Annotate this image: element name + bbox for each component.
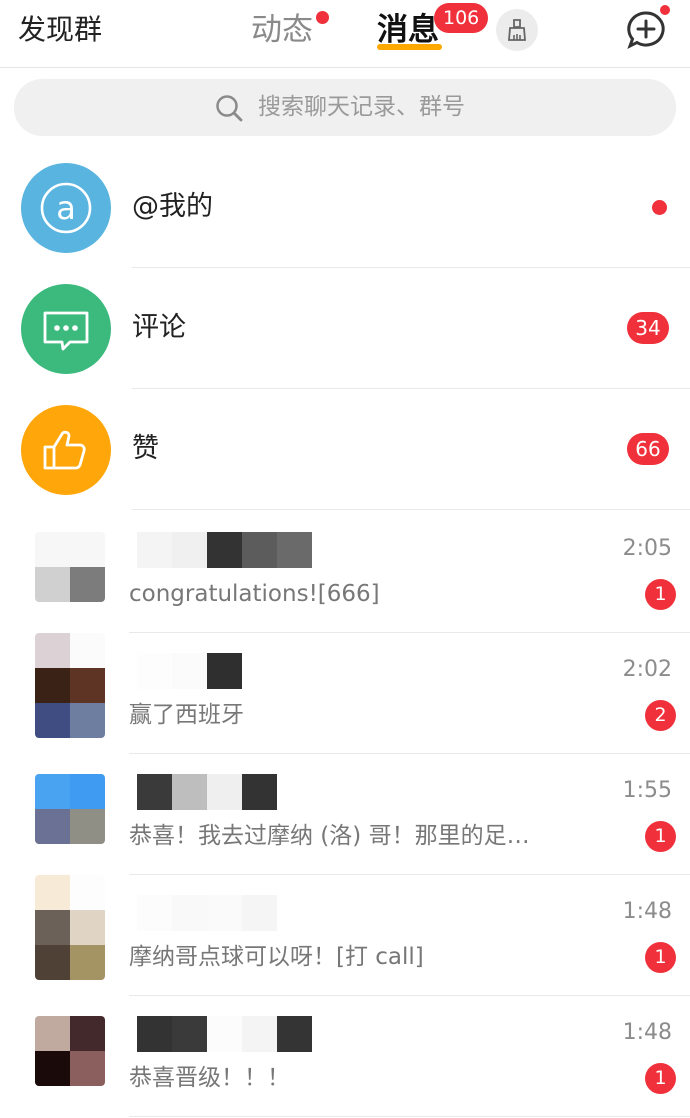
likes-title: 赞 [132, 433, 159, 464]
comments-row[interactable]: 评论 34 [0, 268, 690, 389]
comments-count-badge: 34 [627, 312, 669, 344]
chat-row[interactable]: 1:48 摩纳哥点球可以呀！[打 call] 1 [0, 875, 690, 996]
chat-time: 1:55 [622, 778, 672, 803]
clear-unread-button[interactable] [496, 9, 538, 51]
unread-count-badge: 1 [645, 1063, 676, 1094]
search-icon [216, 95, 243, 122]
divider [132, 509, 690, 510]
chat-row[interactable]: 1:48 恭喜晋级！！！ 1 [0, 996, 690, 1117]
avatar [35, 875, 105, 980]
chat-time: 2:05 [622, 536, 672, 561]
chat-name-redacted [137, 895, 277, 931]
chat-row[interactable]: 2:02 赢了西班牙 2 [0, 633, 690, 754]
chat-name-redacted [137, 1016, 312, 1052]
chat-row[interactable]: 2:05 congratulations![666] 1 [0, 512, 690, 633]
avatar [35, 774, 105, 844]
discover-groups-button[interactable]: 发现群 [18, 12, 102, 48]
mentions-title: @我的 [132, 191, 213, 222]
svg-text:a: a [56, 189, 76, 227]
active-tab-underline [377, 44, 442, 50]
chat-time: 1:48 [622, 1020, 672, 1045]
chat-preview: 摩纳哥点球可以呀！[打 call] [129, 944, 424, 970]
avatar [35, 532, 105, 602]
comments-title: 评论 [132, 312, 186, 343]
unread-count-badge: 1 [645, 942, 676, 973]
unread-count-badge: 1 [645, 821, 676, 852]
search-bar[interactable]: 搜索聊天记录、群号 [14, 79, 676, 136]
comments-avatar [21, 284, 111, 374]
at-icon: a [40, 182, 92, 234]
unread-count-badge: 1 [645, 579, 676, 610]
chat-name-redacted [137, 774, 277, 810]
chat-preview: 恭喜晋级！！！ [129, 1065, 290, 1091]
chat-preview: congratulations![666] [129, 581, 380, 607]
avatar [35, 633, 105, 738]
comment-icon [43, 311, 89, 351]
broom-icon [508, 19, 526, 41]
chat-name-redacted [137, 532, 312, 568]
tab-dynamic[interactable]: 动态 [251, 10, 313, 50]
search-placeholder: 搜索聊天记录、群号 [258, 94, 465, 120]
unread-count-badge: 2 [645, 700, 676, 731]
chat-time: 1:48 [622, 899, 672, 924]
mentions-row[interactable]: a @我的 [0, 147, 690, 268]
likes-avatar [21, 405, 111, 495]
top-bar: 发现群 动态 消息 106 [0, 0, 690, 68]
add-unread-dot [658, 3, 672, 17]
dynamic-unread-dot [316, 11, 329, 24]
chat-preview: 赢了西班牙 [129, 702, 244, 728]
likes-count-badge: 66 [627, 433, 669, 465]
mentions-unread-dot [652, 200, 667, 215]
chat-row[interactable]: 1:55 恭喜！我去过摩纳 (洛) 哥！那里的足… 1 [0, 754, 690, 875]
divider [129, 1116, 690, 1117]
chat-time: 2:02 [622, 657, 672, 682]
chat-preview: 恭喜！我去过摩纳 (洛) 哥！那里的足… [129, 823, 530, 849]
chat-name-redacted [137, 653, 242, 689]
thumbs-up-icon [43, 430, 86, 470]
likes-row[interactable]: 赞 66 [0, 389, 690, 510]
mentions-avatar: a [21, 163, 111, 253]
messages-unread-badge: 106 [434, 3, 489, 33]
avatar [35, 1016, 105, 1086]
